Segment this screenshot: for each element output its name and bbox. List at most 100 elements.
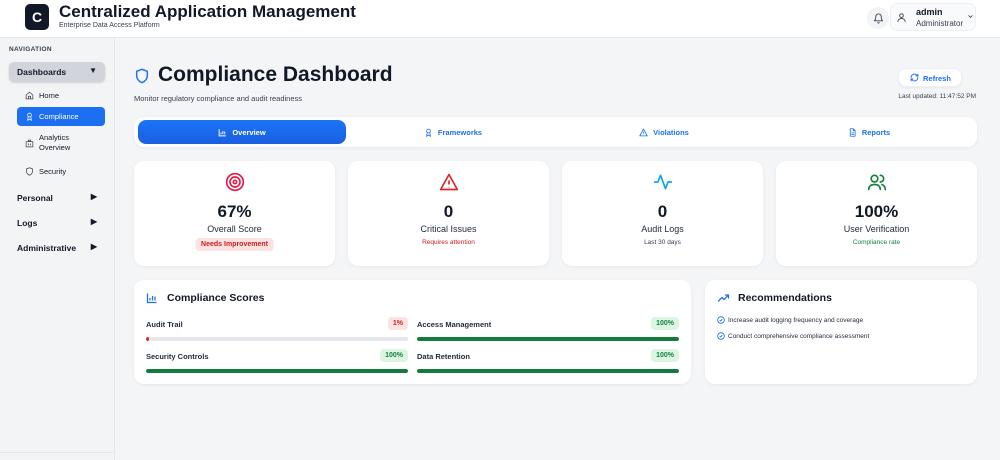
stat-label: Audit Logs [641, 224, 684, 234]
progress-track [146, 337, 408, 341]
app-header: C Centralized Application Management Ent… [0, 0, 1000, 38]
status-badge: Needs Improvement [195, 238, 274, 251]
activity-icon [653, 174, 672, 190]
tab-label: Violations [653, 127, 689, 137]
shield-icon [26, 167, 33, 176]
score-row-security-controls: Security Controls 100% [146, 349, 408, 375]
target-icon [225, 172, 244, 192]
users-icon [867, 174, 886, 191]
notifications-button[interactable] [867, 7, 889, 29]
stat-value: 0 [443, 202, 454, 221]
nav-group-personal[interactable]: Personal ▶ [9, 188, 105, 208]
sidebar-item-compliance[interactable]: Compliance [17, 107, 105, 126]
stat-label: User Verification [843, 224, 910, 234]
check-circle-icon [717, 316, 725, 324]
user-name: admin [916, 7, 943, 17]
section-title: Compliance Scores [167, 292, 265, 304]
progress-track [146, 369, 408, 373]
sidebar-item-label: Home [39, 91, 60, 100]
caret-down-icon: ▼ [89, 66, 97, 75]
stat-label: Critical Issues [420, 224, 477, 234]
score-badge: 1% [387, 317, 408, 330]
stat-card-overall-score: 67% Overall Score Needs Improvement [134, 161, 335, 266]
score-badge: 100% [380, 349, 408, 362]
tab-overview[interactable]: Overview [138, 120, 346, 144]
stat-value: 0 [657, 202, 668, 221]
stat-value: 100% [854, 202, 899, 221]
score-row-data-retention: Data Retention 100% [417, 349, 679, 375]
sidebar-item-home[interactable]: Home [17, 88, 105, 103]
tab-frameworks[interactable]: Frameworks [349, 120, 557, 144]
sidebar-item-label: Analytics Overview [39, 133, 71, 152]
trending-up-icon [717, 294, 730, 302]
nav-group-dashboards[interactable]: Dashboards ▼ [9, 62, 105, 82]
chevron-down-icon [968, 15, 973, 18]
sidebar-item-analytics-overview[interactable]: Analytics Overview [17, 132, 105, 154]
nav-group-logs[interactable]: Logs ▶ [9, 213, 105, 233]
stat-card-user-verification: 100% User Verification Compliance rate [776, 161, 977, 266]
caret-right-icon: ▶ [90, 192, 97, 201]
stat-subtext: Compliance rate [852, 239, 901, 246]
progress-fill [146, 337, 149, 341]
shield-icon [135, 68, 149, 84]
progress-fill [417, 337, 679, 341]
sidebar-item-security[interactable]: Security [17, 165, 105, 179]
stat-subtext: Last 30 days [644, 239, 681, 246]
nav-group-label: Administrative [17, 243, 77, 253]
user-menu-button[interactable]: admin Administrator [890, 3, 976, 31]
app-logo: C [25, 4, 49, 30]
score-label: Audit Trail [146, 320, 183, 329]
refresh-label: Refresh [923, 74, 951, 83]
award-icon [425, 128, 431, 137]
tab-violations[interactable]: Violations [560, 120, 768, 144]
score-row-access-management: Access Management 100% [417, 317, 679, 343]
progress-fill [146, 369, 408, 373]
section-title: Recommendations [738, 292, 832, 304]
nav-group-label: Personal [17, 193, 53, 203]
recommendation-text: Increase audit logging frequency and cov… [728, 317, 864, 324]
stat-card-critical-issues: 0 Critical Issues Requires attention [348, 161, 549, 266]
user-role: Administrator [916, 19, 964, 28]
tab-label: Frameworks [437, 127, 483, 137]
warning-icon [439, 173, 458, 191]
refresh-icon [910, 73, 919, 82]
sidebar-footer-divider [0, 452, 115, 460]
bar-chart-icon [146, 293, 157, 304]
last-updated: Last updated: 11:47:52 PM [898, 93, 976, 100]
progress-track [417, 337, 679, 341]
home-icon [25, 91, 34, 100]
refresh-button[interactable]: Refresh [898, 68, 962, 87]
tab-reports[interactable]: Reports [765, 120, 973, 144]
sidebar-item-label: Compliance [39, 112, 79, 121]
score-label: Security Controls [146, 352, 209, 361]
stat-subtext: Requires attention [422, 239, 475, 246]
recommendations-card: Recommendations Increase audit logging f… [705, 280, 977, 384]
logo-letter: C [31, 9, 43, 25]
nav-heading: NAVIGATION [9, 46, 52, 53]
check-circle-icon [717, 332, 725, 340]
compliance-scores-card: Compliance Scores Audit Trail 1% Access … [134, 280, 691, 384]
bell-icon [873, 13, 883, 24]
nav-group-label: Logs [17, 218, 38, 228]
recommendation-text: Conduct comprehensive compliance assessm… [728, 333, 870, 340]
stat-label: Overall Score [207, 224, 262, 234]
user-icon [897, 13, 906, 23]
nav-group-administrative[interactable]: Administrative ▶ [9, 238, 105, 258]
warning-icon [639, 128, 648, 136]
progress-fill [417, 369, 679, 373]
score-label: Data Retention [417, 352, 470, 361]
score-badge: 100% [651, 317, 679, 330]
sidebar: NAVIGATION Dashboards ▼ Home Compliance … [0, 38, 115, 460]
caret-right-icon: ▶ [90, 242, 97, 251]
score-row-audit-trail: Audit Trail 1% [146, 317, 408, 343]
tab-label: Overview [232, 127, 266, 137]
nav-group-label: Dashboards [17, 67, 67, 77]
score-label: Access Management [417, 320, 492, 329]
stat-value: 67% [217, 202, 252, 221]
tab-label: Reports [861, 127, 891, 137]
progress-track [417, 369, 679, 373]
app-subtitle: Enterprise Data Access Platform [59, 22, 160, 29]
caret-right-icon: ▶ [90, 217, 97, 226]
page-title: Compliance Dashboard [158, 63, 393, 86]
bar-chart-icon [218, 128, 227, 136]
